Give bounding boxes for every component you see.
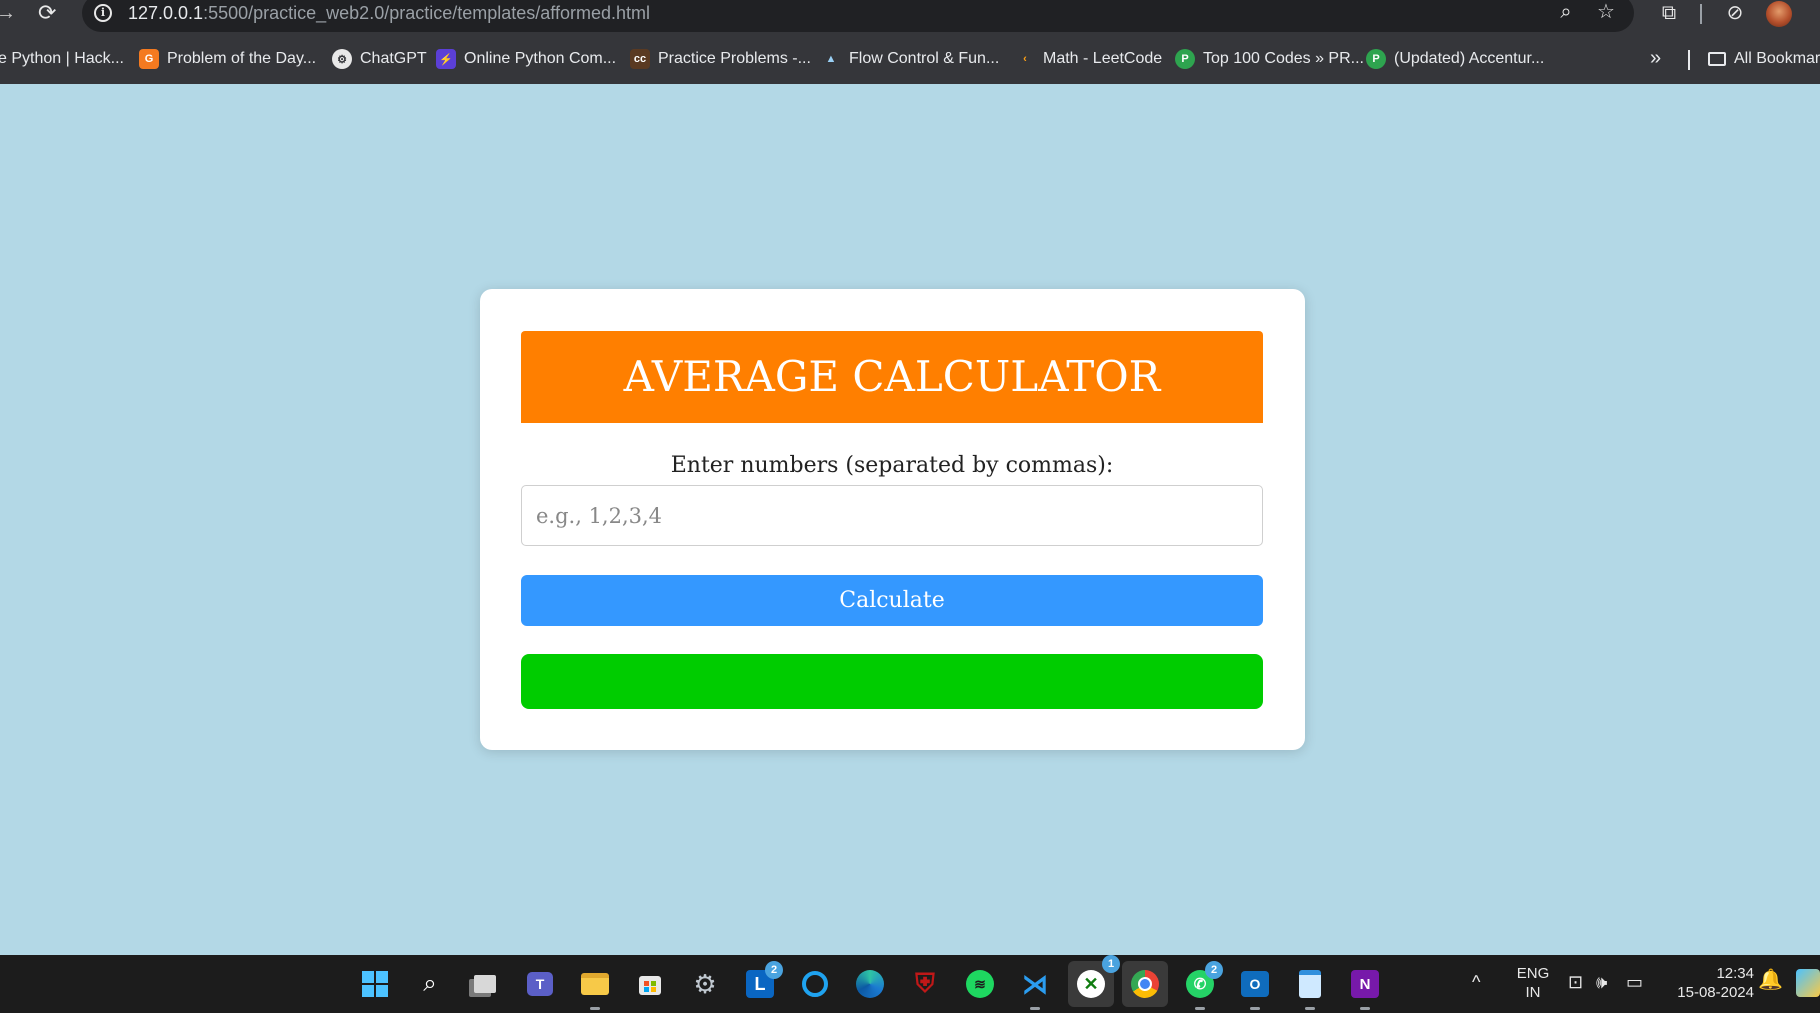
bookmark-label: ChatGPT [360, 50, 427, 67]
numbers-label: Enter numbers (separated by commas): [670, 453, 1114, 478]
numbers-input[interactable] [521, 485, 1263, 546]
mountain-icon: ▲ [825, 53, 837, 65]
language-region: IN [1525, 984, 1541, 1001]
more-bookmarks-icon[interactable]: » [1650, 44, 1661, 74]
mcafee-icon[interactable]: ⛨ [908, 967, 942, 1001]
edge-icon[interactable] [853, 967, 887, 1001]
bookmark-label: Top 100 Codes » PR... [1203, 50, 1364, 67]
leetcode-icon: ‹ [1023, 53, 1027, 65]
profile-avatar[interactable] [1766, 1, 1792, 27]
bookmark-item[interactable]: G Problem of the Day... [139, 44, 316, 74]
bookmark-item[interactable]: P Top 100 Codes » PR... [1175, 44, 1364, 74]
reload-icon[interactable]: ⟳ [38, 0, 62, 28]
bookmark-label: Online Python Com... [464, 50, 617, 67]
outlook-icon[interactable]: O [1238, 967, 1272, 1010]
network-icon[interactable]: ⊡ [1568, 973, 1583, 992]
calculator-card: AVERAGE CALCULATOR Enter numbers (separa… [480, 289, 1305, 750]
folder-icon [1708, 52, 1726, 66]
windows-taskbar: ⌕ T ⚙ L2 ⛨ ≋ ⋊ ✕ 1 ✆ 2 O N ^ ENG IN ⊡ 🕪 ▭ 1… [0, 955, 1820, 1013]
chevron-up-icon[interactable]: ^ [1472, 973, 1480, 992]
bookmark-item[interactable]: ⚙ ChatGPT [332, 44, 427, 74]
notification-bell-icon[interactable]: 🔔 [1758, 970, 1783, 990]
file-explorer-icon[interactable] [578, 967, 612, 1010]
task-view-icon[interactable] [468, 967, 502, 1001]
bookmark-label: Math - LeetCode [1043, 50, 1163, 67]
calculate-button[interactable]: Calculate [521, 575, 1263, 626]
clock[interactable]: 12:34 15-08-2024 [1664, 964, 1754, 1002]
clock-date: 15-08-2024 [1677, 984, 1754, 1001]
bookmarks-bar: e Python | Hack... G Problem of the Day..… [0, 44, 1820, 74]
language-indicator[interactable]: ENG IN [1510, 964, 1556, 1002]
linkedin-learning-icon[interactable]: L2 [743, 961, 783, 1001]
cortana-icon[interactable] [798, 967, 832, 1001]
bookmark-label: Problem of the Day... [167, 50, 317, 67]
bookmark-star-icon[interactable]: ☆ [1592, 0, 1620, 26]
copilot-icon[interactable] [1796, 969, 1820, 997]
battery-icon[interactable]: ▭ [1626, 973, 1643, 992]
bookmark-item[interactable]: ▲ Flow Control & Fun... [821, 44, 1000, 74]
prepinsta-icon: P [1175, 49, 1195, 69]
clock-time: 12:34 [1716, 965, 1754, 982]
teams-icon[interactable]: T [523, 967, 557, 1001]
language-code: ENG [1516, 965, 1550, 982]
page-title: AVERAGE CALCULATOR [521, 331, 1263, 423]
onenote-icon[interactable]: N [1348, 967, 1382, 1010]
settings-icon[interactable]: ⚙ [688, 967, 722, 1001]
search-icon[interactable]: ⌕ [413, 967, 447, 1001]
bookmark-item[interactable]: ⚡ Online Python Com... [436, 44, 616, 74]
bookmark-item[interactable]: e Python | Hack... [0, 44, 124, 74]
vscode-icon[interactable]: ⋊ [1018, 967, 1052, 1010]
url-host: 127.0.0.1 [128, 3, 204, 23]
address-bar[interactable]: i 127.0.0.1:5500/practice_web2.0/practic… [82, 0, 1634, 32]
start-icon[interactable] [358, 967, 392, 1001]
url-text[interactable]: 127.0.0.1:5500/practice_web2.0/practice/… [128, 3, 650, 24]
volume-icon[interactable]: 🕪 [1596, 973, 1607, 992]
extensions-icon[interactable]: ⧉ [1654, 0, 1684, 28]
performance-icon[interactable]: ⊘ [1720, 0, 1750, 28]
browser-toolbar: → ⟳ i 127.0.0.1:5500/practice_web2.0/pra… [0, 0, 1820, 84]
url-path: :5500/practice_web2.0/practice/templates… [203, 3, 650, 23]
notification-badge: 1 [1102, 955, 1120, 973]
chatgpt-icon: ⚙ [332, 49, 352, 69]
all-bookmarks-button[interactable]: All Bookmarks [1708, 44, 1820, 74]
bookmark-item[interactable]: cc Practice Problems -... [630, 44, 811, 74]
zoom-icon[interactable]: ⌕ [1552, 0, 1580, 26]
result-box [521, 654, 1263, 709]
prepinsta-icon: P [1366, 49, 1386, 69]
chrome-icon[interactable] [1122, 961, 1168, 1007]
bookmark-item[interactable]: ‹ Math - LeetCode [1015, 44, 1162, 74]
site-info-icon[interactable]: i [94, 4, 112, 22]
bookmark-label: Flow Control & Fun... [849, 50, 1000, 67]
bookmark-label: e Python | Hack... [0, 50, 124, 67]
spotify-icon[interactable]: ≋ [963, 967, 997, 1001]
codechef-icon: cc [630, 49, 650, 69]
store-icon[interactable] [633, 967, 667, 1001]
bookmark-label: Practice Problems -... [658, 50, 811, 67]
toolbar-divider [1700, 4, 1702, 24]
xbox-icon[interactable]: ✕ 1 [1068, 955, 1120, 1007]
notification-badge: 2 [1205, 961, 1223, 979]
bookmarks-divider [1688, 50, 1690, 70]
address-row: → ⟳ i 127.0.0.1:5500/practice_web2.0/pra… [0, 0, 1820, 34]
all-bookmarks-label: All Bookmarks [1734, 50, 1820, 67]
notification-badge: 2 [765, 961, 783, 979]
bookmark-item[interactable]: P (Updated) Accentur... [1366, 44, 1544, 74]
bolt-icon: ⚡ [436, 49, 456, 69]
whatsapp-icon[interactable]: ✆ 2 [1183, 961, 1223, 1010]
gfg-icon: G [139, 49, 159, 69]
notepad-icon[interactable] [1293, 967, 1327, 1010]
bookmark-label: (Updated) Accentur... [1394, 50, 1545, 67]
forward-arrow-icon[interactable]: → [0, 0, 16, 28]
